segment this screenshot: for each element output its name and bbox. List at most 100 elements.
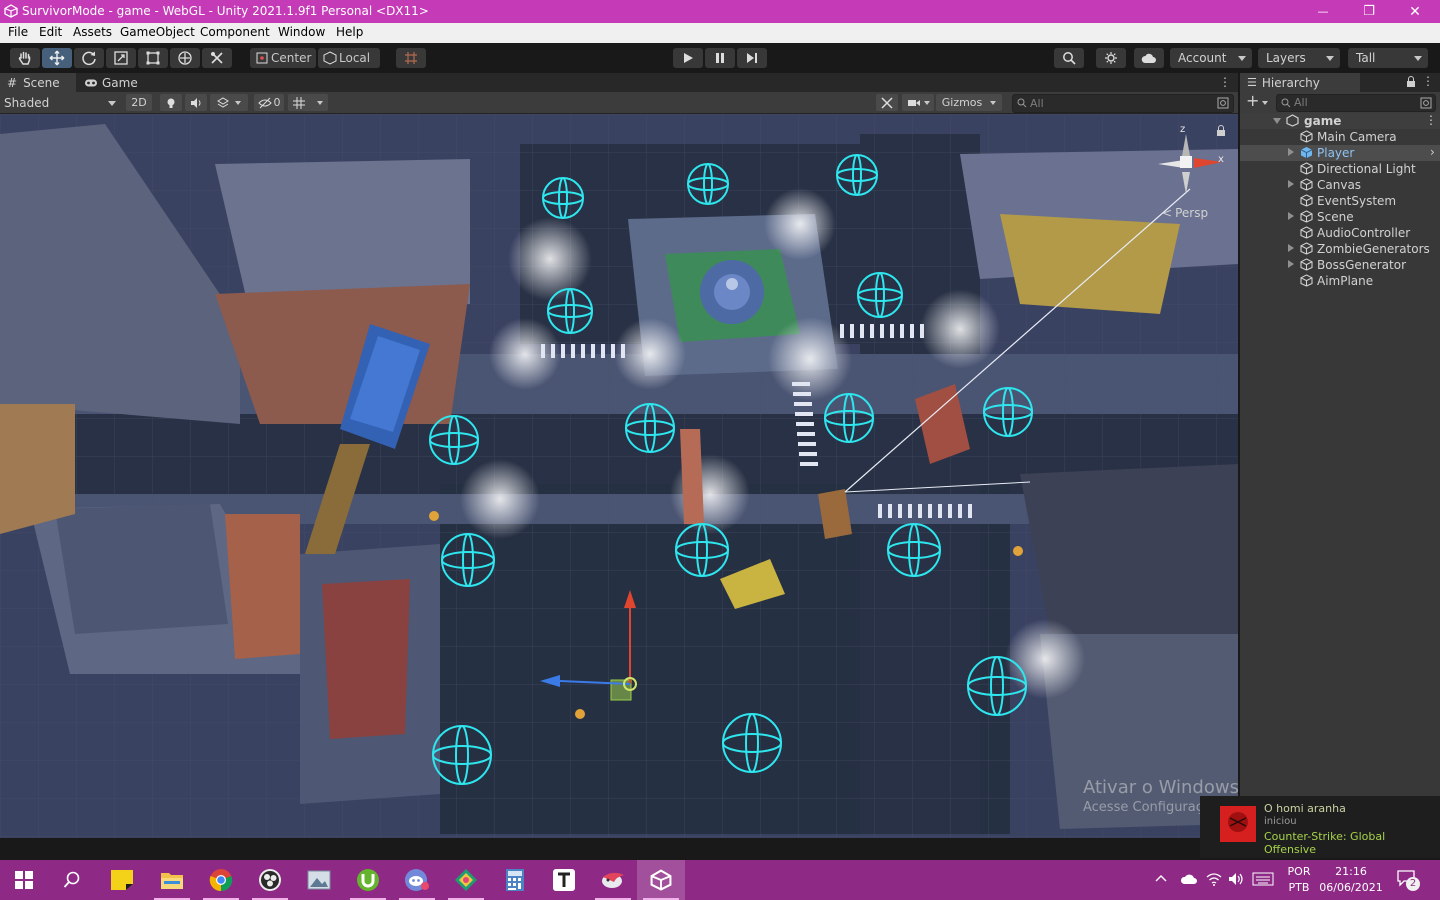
scene-root-row[interactable]: game ⋮ [1240, 113, 1440, 129]
lock-icon[interactable] [1406, 76, 1418, 88]
scene-tab-strip: # Scene Game ⋮ [0, 73, 1238, 92]
create-dropdown[interactable]: + [1244, 91, 1272, 111]
tab-scene[interactable]: # Scene [0, 73, 76, 92]
hierarchy-row-label: EventSystem [1317, 194, 1397, 208]
chevron-right-icon[interactable] [1288, 212, 1294, 220]
panel-menu-icon[interactable]: ⋮ [1422, 74, 1434, 88]
lighting-toggle[interactable] [160, 94, 182, 111]
audio-toggle[interactable] [185, 94, 207, 111]
account-dropdown[interactable]: Account [1170, 48, 1252, 68]
search-icon [1281, 98, 1291, 108]
hidden-objects-toggle[interactable]: 0 [254, 94, 284, 111]
start-button[interactable] [0, 860, 48, 900]
projection-toggle[interactable]: < Persp [1162, 206, 1208, 220]
taskbar-calculator[interactable] [491, 860, 539, 900]
steam-notification[interactable]: O homi aranha iniciou Counter-Strike: Gl… [1200, 796, 1440, 858]
camera-dropdown[interactable] [902, 94, 934, 111]
taskbar-sticky-notes[interactable] [98, 860, 146, 900]
tray-clock[interactable]: 21:16 06/06/2021 [1318, 864, 1384, 896]
lock-icon[interactable] [1216, 125, 1226, 136]
scene-viewport[interactable]: z x < Persp [0, 114, 1238, 838]
grid-dropdown[interactable] [288, 94, 328, 111]
tab-game[interactable]: Game [78, 73, 144, 92]
snap-grid-button[interactable] [396, 48, 426, 68]
tray-volume-icon[interactable] [1228, 872, 1244, 889]
menu-help[interactable]: Help [336, 25, 363, 39]
2d-toggle[interactable]: 2D [126, 94, 152, 111]
search-by-type-icon[interactable] [1217, 97, 1229, 109]
step-button[interactable] [737, 48, 767, 68]
scene-render [0, 114, 1238, 838]
tray-wifi-icon[interactable] [1206, 872, 1222, 889]
menu-gameobject[interactable]: GameObject [120, 25, 195, 39]
collab-button[interactable] [1096, 48, 1126, 68]
gameobject-icon [1300, 194, 1313, 207]
taskbar-typora[interactable] [540, 860, 588, 900]
layout-dropdown[interactable]: Tall [1348, 48, 1428, 68]
play-button[interactable] [673, 48, 703, 68]
action-center-button[interactable]: 2 [1396, 869, 1422, 891]
menu-edit[interactable]: Edit [39, 25, 62, 39]
menu-component[interactable]: Component [200, 25, 270, 39]
taskbar-unity[interactable] [637, 860, 685, 900]
chevron-right-icon[interactable] [1288, 148, 1294, 156]
hierarchy-row-eventsystem[interactable]: EventSystem [1240, 193, 1440, 209]
transform-tool-button[interactable] [170, 48, 200, 68]
hierarchy-row-main-camera[interactable]: Main Camera [1240, 129, 1440, 145]
taskbar-utorrent[interactable] [344, 860, 392, 900]
hierarchy-row-audiocontroller[interactable]: AudioController [1240, 225, 1440, 241]
tray-keyboard-icon[interactable] [1252, 872, 1274, 889]
pivot-rotation-toggle[interactable]: Local [318, 48, 380, 68]
maximize-button[interactable]: ❐ [1346, 0, 1392, 23]
move-tool-button[interactable] [42, 48, 72, 68]
hierarchy-row-canvas[interactable]: Canvas [1240, 177, 1440, 193]
search-by-type-icon[interactable] [1420, 97, 1432, 109]
rotate-tool-button[interactable] [74, 48, 104, 68]
hierarchy-row-bossgenerator[interactable]: BossGenerator [1240, 257, 1440, 273]
taskbar-file-explorer[interactable] [148, 860, 196, 900]
taskbar-photos[interactable] [295, 860, 343, 900]
prefab-open-chevron-icon[interactable]: › [1430, 145, 1435, 159]
hierarchy-row-zombiegenerators[interactable]: ZombieGenerators [1240, 241, 1440, 257]
scene-search-input[interactable]: All [1012, 94, 1234, 113]
taskbar-app-bird[interactable] [589, 860, 637, 900]
effects-dropdown[interactable] [210, 94, 248, 111]
row-menu-icon[interactable]: ⋮ [1425, 113, 1437, 127]
chevron-right-icon[interactable] [1288, 180, 1294, 188]
tray-cloud-icon[interactable] [1180, 873, 1198, 888]
hand-tool-button[interactable] [10, 48, 40, 68]
draw-mode-dropdown[interactable]: Shaded [0, 93, 120, 112]
chevron-right-icon[interactable] [1288, 244, 1294, 252]
hierarchy-row-scene[interactable]: Scene [1240, 209, 1440, 225]
pivot-mode-toggle[interactable]: Center [250, 48, 316, 68]
search-button[interactable] [1054, 48, 1084, 68]
taskbar-gitkraken[interactable] [442, 860, 490, 900]
view-orientation-gizmo[interactable]: z x [1150, 124, 1230, 214]
chevron-right-icon[interactable] [1288, 260, 1294, 268]
tab-hierarchy[interactable]: ☰ Hierarchy [1240, 73, 1360, 92]
custom-tool-button[interactable] [202, 48, 232, 68]
menu-assets[interactable]: Assets [73, 25, 112, 39]
menu-window[interactable]: Window [278, 25, 325, 39]
cloud-button[interactable] [1134, 48, 1164, 68]
taskbar-chrome[interactable] [197, 860, 245, 900]
panel-menu-icon[interactable]: ⋮ [1218, 75, 1232, 89]
tray-language[interactable]: POR PTB [1284, 864, 1314, 896]
layers-dropdown[interactable]: Layers [1258, 48, 1340, 68]
taskbar-obs[interactable] [246, 860, 294, 900]
pause-button[interactable] [705, 48, 735, 68]
tray-overflow-chevron-icon[interactable] [1154, 872, 1174, 888]
rect-tool-button[interactable] [138, 48, 168, 68]
taskbar-search-button[interactable] [48, 860, 96, 900]
menu-file[interactable]: File [8, 25, 28, 39]
hierarchy-search-input[interactable]: All [1276, 94, 1436, 112]
minimize-button[interactable]: — [1300, 0, 1346, 23]
gizmos-dropdown[interactable]: Gizmos [936, 94, 1002, 111]
hierarchy-row-player[interactable]: Player › [1240, 145, 1440, 161]
taskbar-discord[interactable] [393, 860, 441, 900]
scale-tool-button[interactable] [106, 48, 136, 68]
close-button[interactable]: ✕ [1392, 0, 1438, 23]
scene-tools-button[interactable] [876, 94, 898, 111]
hierarchy-row-directional-light[interactable]: Directional Light [1240, 161, 1440, 177]
hierarchy-row-aimplane[interactable]: AimPlane [1240, 273, 1440, 289]
